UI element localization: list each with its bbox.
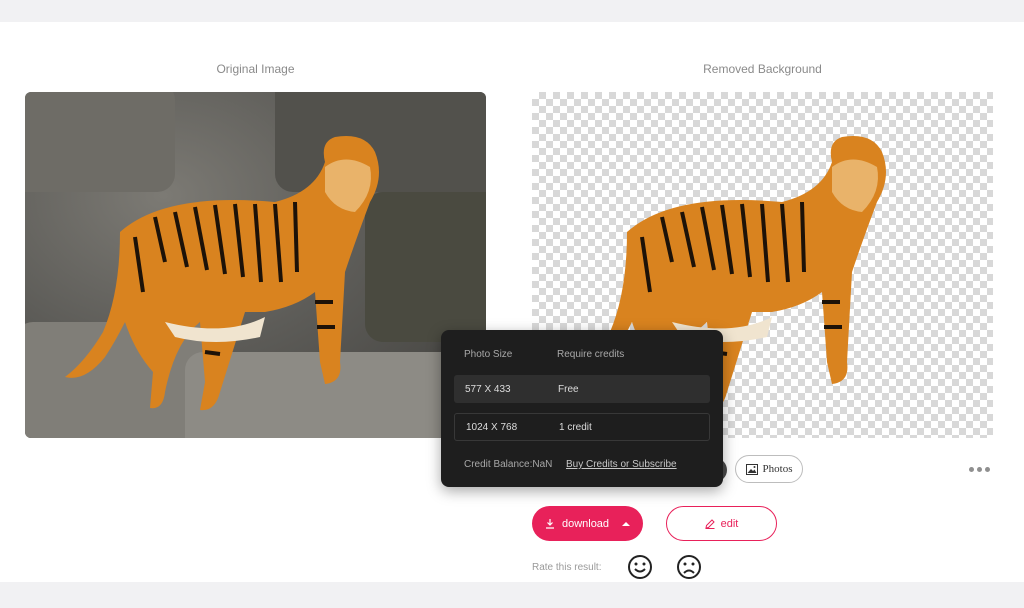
edit-button-label: edit [720, 517, 739, 530]
dot-icon [968, 466, 974, 472]
download-button[interactable]: download [532, 506, 643, 541]
download-option-hd[interactable]: 1024 X 768 1 credit [454, 413, 710, 441]
dot-icon [984, 466, 990, 472]
download-option-free[interactable]: 577 X 433 Free [454, 375, 710, 403]
dot-icon [976, 466, 982, 472]
removed-background-title: Removed Background [703, 62, 822, 76]
photos-button-label: Photos [762, 463, 793, 475]
result-card: Original Image Removed Background Photos… [0, 22, 1024, 582]
tiger-image [65, 136, 379, 411]
credit-balance: Credit Balance:NaN [464, 459, 553, 470]
photo-size-header: Photo Size [464, 349, 513, 360]
download-icon [545, 518, 554, 529]
option-size: 577 X 433 [465, 383, 511, 395]
option-credits: Free [558, 383, 579, 395]
original-image [25, 92, 486, 438]
more-options-button[interactable] [964, 459, 994, 479]
frown-face-icon[interactable] [676, 554, 702, 580]
rate-result-label: Rate this result: [532, 562, 602, 573]
page-footer-strip [0, 582, 1024, 608]
photos-button[interactable]: Photos [735, 455, 803, 483]
edit-button[interactable]: edit [666, 506, 777, 541]
download-options-popup: Photo Size Require credits 577 X 433 Fre… [441, 330, 723, 487]
original-image-title: Original Image [216, 62, 295, 76]
option-size: 1024 X 768 [466, 421, 518, 433]
smile-face-icon[interactable] [627, 554, 653, 580]
buy-credits-link[interactable]: Buy Credits or Subscribe [566, 459, 677, 470]
require-credits-header: Require credits [557, 349, 625, 360]
image-icon [745, 463, 758, 475]
pencil-icon [704, 518, 715, 529]
caret-up-icon [622, 521, 631, 526]
option-credits: 1 credit [559, 421, 592, 433]
download-button-label: download [561, 517, 610, 530]
